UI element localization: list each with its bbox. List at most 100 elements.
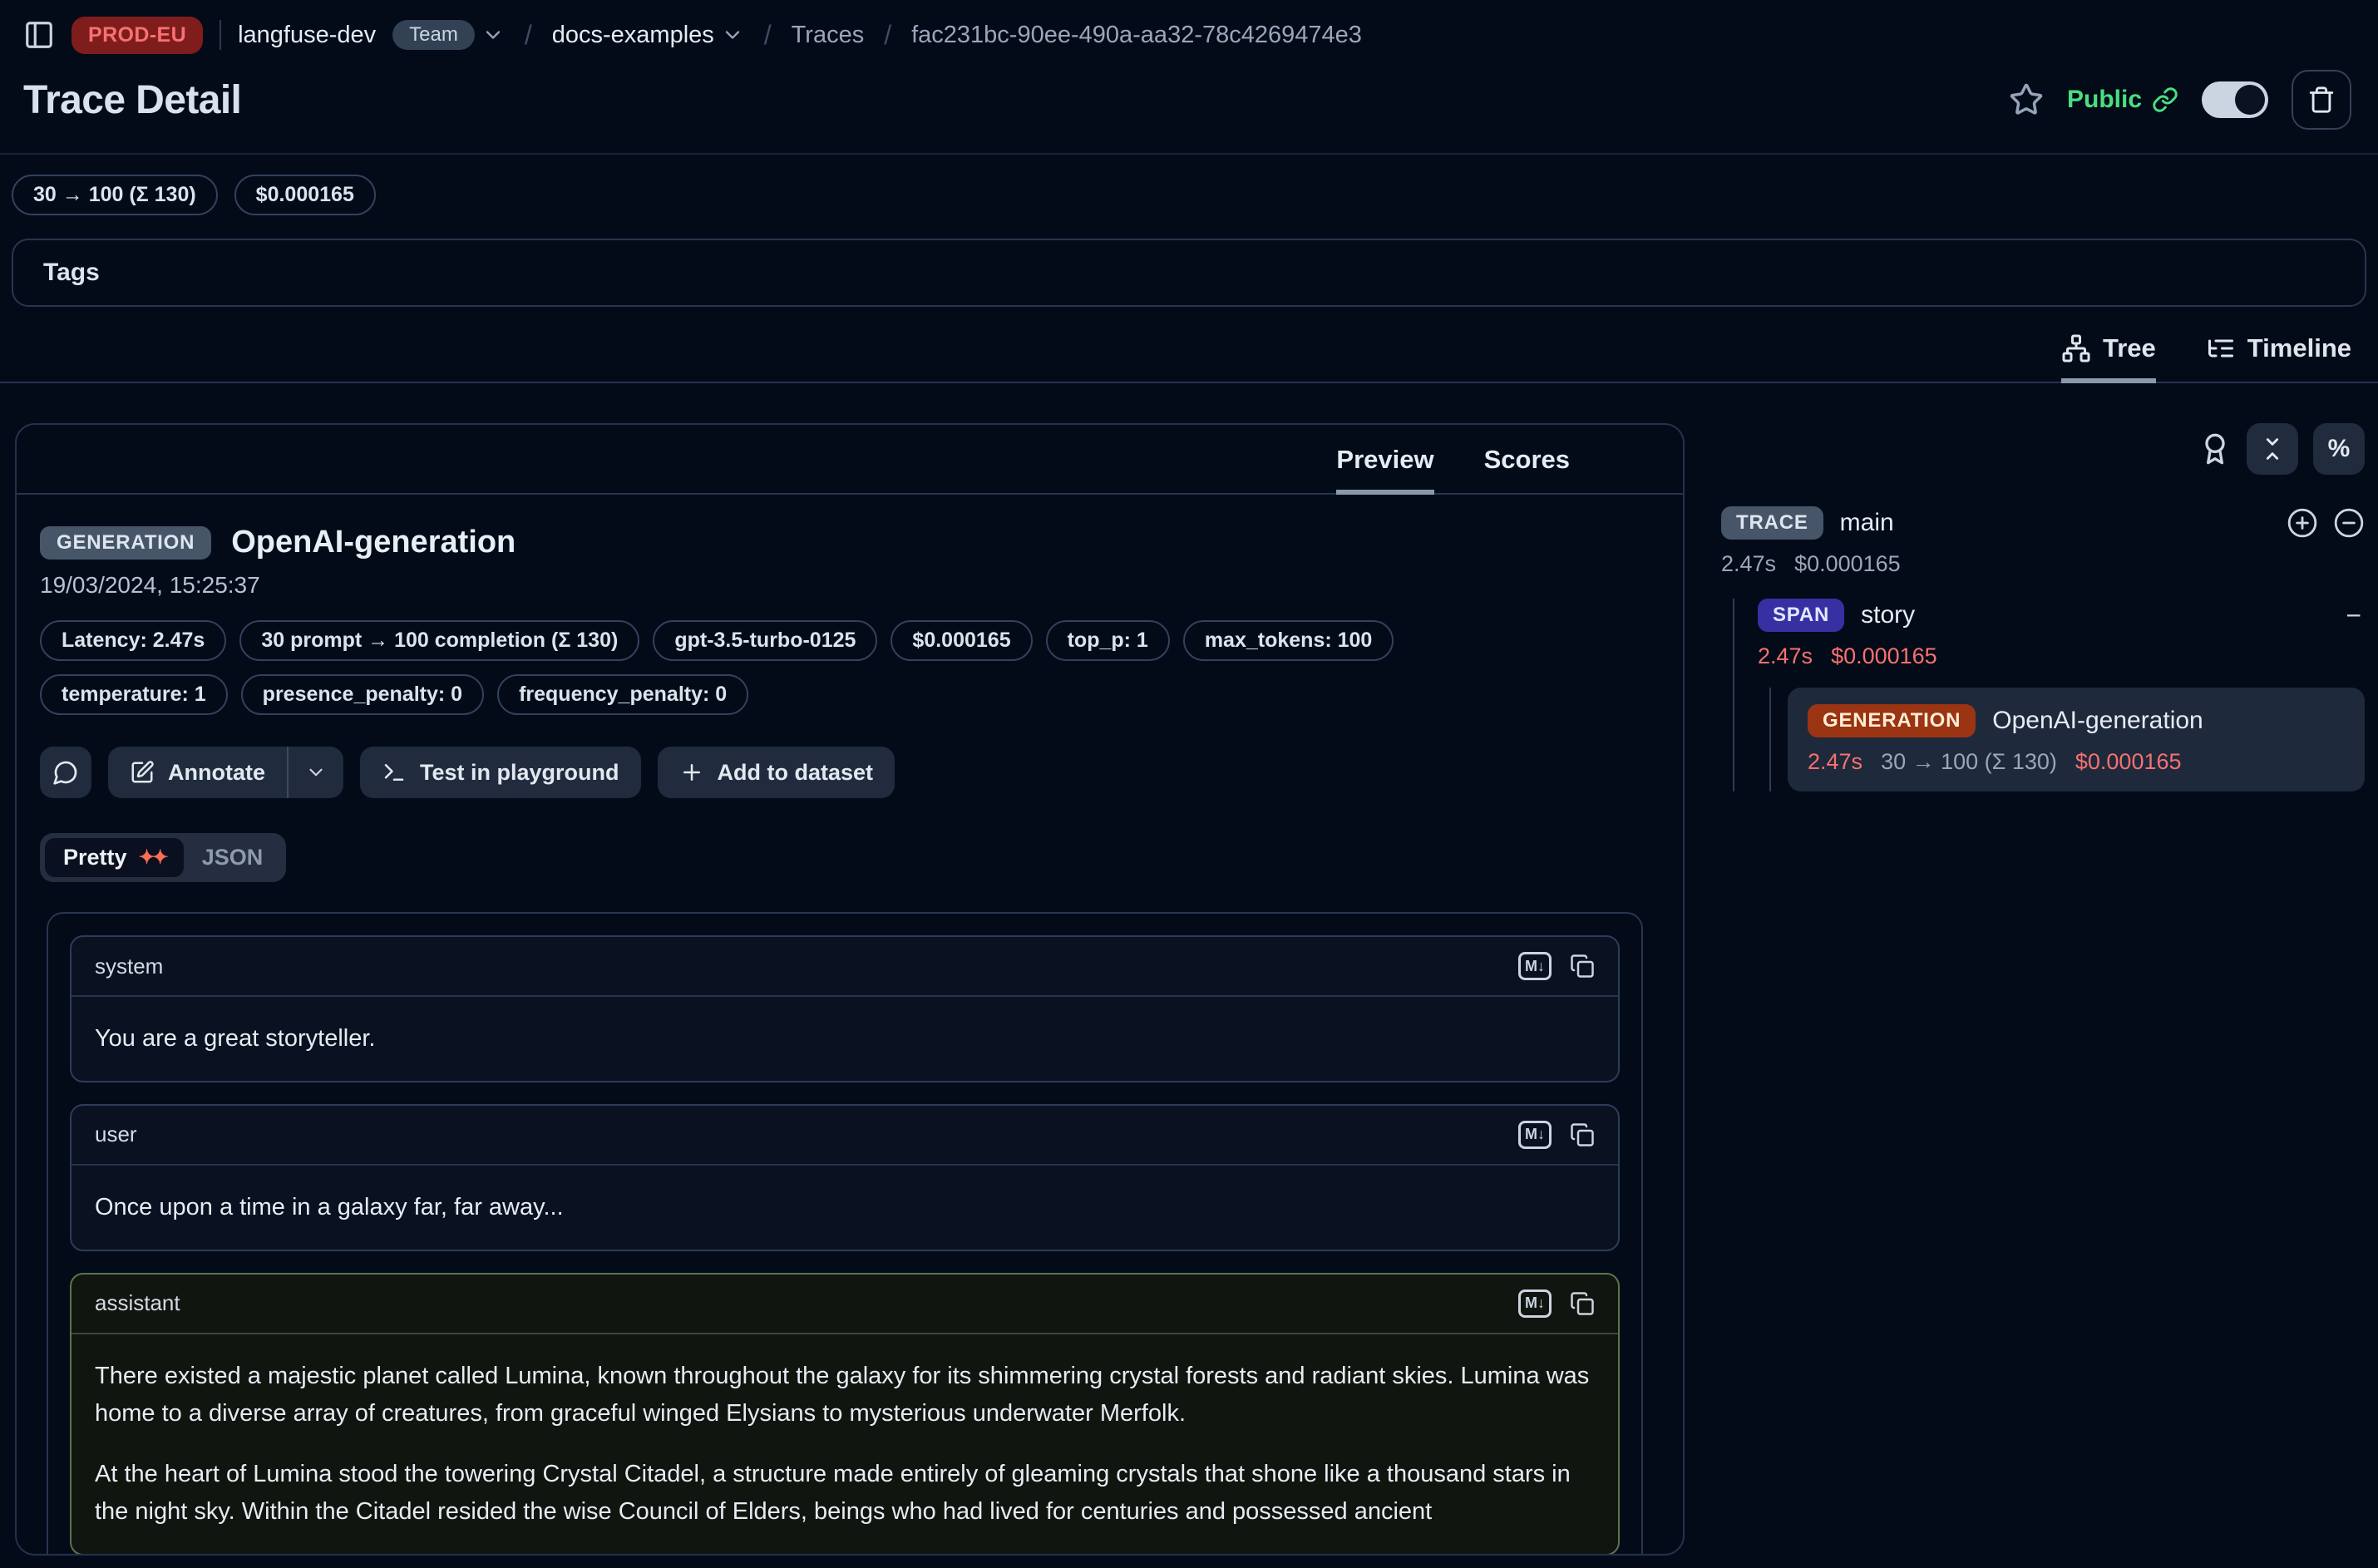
- generation-name: OpenAI-generation: [1992, 707, 2203, 735]
- observation-timestamp: 19/03/2024, 15:25:37: [40, 572, 1643, 599]
- chevron-down-icon: [481, 23, 505, 47]
- message-paragraph: There existed a majestic planet called L…: [95, 1358, 1595, 1432]
- temperature-badge: temperature: 1: [40, 674, 228, 715]
- tab-scores[interactable]: Scores: [1484, 445, 1570, 495]
- tab-tree[interactable]: Tree: [2061, 333, 2156, 383]
- environment-badge: PROD-EU: [72, 17, 203, 54]
- message-role: user: [95, 1122, 137, 1147]
- edit-icon: [130, 760, 155, 785]
- presence-penalty-badge: presence_penalty: 0: [241, 674, 484, 715]
- generation-latency: 2.47s: [1808, 749, 1862, 775]
- pretty-label: Pretty: [63, 845, 127, 870]
- comment-button[interactable]: [40, 747, 91, 798]
- delete-trace-button[interactable]: [2292, 70, 2351, 130]
- breadcrumb-separator: /: [761, 20, 775, 51]
- collapse-tree-button[interactable]: [2333, 507, 2365, 539]
- generation-cost: $0.000165: [2075, 749, 2182, 775]
- expand-all-button[interactable]: [2287, 507, 2318, 539]
- award-icon: [2198, 432, 2232, 466]
- project-selector[interactable]: docs-examples: [552, 22, 744, 49]
- public-toggle[interactable]: [2202, 81, 2268, 118]
- copy-icon: [1570, 1122, 1595, 1147]
- tree-icon: [2061, 333, 2091, 363]
- traces-link[interactable]: Traces: [792, 22, 865, 49]
- token-usage-badge: 30 prompt → 100 completion (Σ 130): [239, 620, 639, 661]
- observation-type-badge: GENERATION: [40, 526, 211, 560]
- span-name: story: [1861, 601, 1915, 629]
- annotation-queue-button[interactable]: [2198, 432, 2232, 466]
- collapse-span-button[interactable]: −: [2342, 600, 2365, 631]
- timeline-icon: [2206, 333, 2236, 363]
- messages-container: system M↓ You are a great storyteller.: [47, 912, 1643, 1556]
- tab-timeline[interactable]: Timeline: [2206, 333, 2351, 383]
- trash-icon: [2307, 86, 2336, 114]
- tab-preview[interactable]: Preview: [1336, 445, 1433, 495]
- page-title: Trace Detail: [23, 77, 241, 123]
- test-in-playground-button[interactable]: Test in playground: [360, 747, 641, 798]
- team-badge: Team: [392, 20, 475, 50]
- trace-tree: TRACE main 2.47s: [1721, 506, 2365, 791]
- generation-metrics: 2.47s 30 → 100 (Σ 130) $0.000165: [1808, 749, 2345, 775]
- observation-badges: Latency: 2.47s 30 prompt → 100 completio…: [40, 620, 1586, 715]
- collapse-all-button[interactable]: [2247, 423, 2298, 475]
- cost-badge: $0.000165: [234, 175, 376, 215]
- sidebar-toggle-button[interactable]: [23, 19, 55, 51]
- message-role: system: [95, 954, 163, 979]
- trace-latency: 2.47s: [1721, 551, 1776, 577]
- test-in-playground-label: Test in playground: [420, 760, 619, 786]
- markdown-toggle-button[interactable]: M↓: [1518, 1289, 1552, 1318]
- annotate-dropdown-button[interactable]: [289, 747, 343, 798]
- message-content: Once upon a time in a galaxy far, far aw…: [72, 1166, 1618, 1250]
- tab-timeline-label: Timeline: [2247, 333, 2351, 363]
- generation-type-badge: GENERATION: [1808, 704, 1976, 737]
- annotate-button[interactable]: Annotate: [108, 747, 289, 798]
- tags-box[interactable]: Tags: [12, 239, 2366, 307]
- terminal-icon: [382, 760, 407, 785]
- message-paragraph: At the heart of Lumina stood the towerin…: [95, 1456, 1595, 1531]
- pretty-option[interactable]: Pretty ✦✦: [45, 838, 184, 877]
- span-cost: $0.000165: [1831, 643, 1937, 669]
- chevron-down-icon: [305, 762, 327, 783]
- span-metrics: 2.47s $0.000165: [1758, 643, 2365, 669]
- message-circle-icon: [52, 759, 79, 786]
- actions-row: Annotate Test in playground: [40, 747, 1643, 798]
- circle-minus-icon: [2333, 507, 2365, 539]
- breadcrumb-divider: [220, 20, 221, 50]
- observation-title: OpenAI-generation: [231, 525, 516, 560]
- markdown-toggle-button[interactable]: M↓: [1518, 952, 1552, 980]
- show-percentages-button[interactable]: %: [2313, 423, 2365, 475]
- assistant-message-block: assistant M↓ There existed a majestic pl…: [70, 1273, 1620, 1556]
- add-to-dataset-label: Add to dataset: [718, 760, 874, 786]
- trace-badges-row: 30 → 100 (Σ 130) $0.000165: [0, 155, 2378, 215]
- star-icon: [2009, 82, 2044, 117]
- view-tabs: Tree Timeline: [0, 307, 2378, 383]
- copy-button[interactable]: [1570, 954, 1595, 979]
- trace-id: fac231bc-90ee-490a-aa32-78c4269474e3: [911, 22, 1362, 49]
- top-p-badge: top_p: 1: [1046, 620, 1170, 661]
- json-option[interactable]: JSON: [184, 838, 282, 877]
- model-badge[interactable]: gpt-3.5-turbo-0125: [653, 620, 877, 661]
- copy-button[interactable]: [1570, 1122, 1595, 1147]
- add-to-dataset-button[interactable]: Add to dataset: [658, 747, 895, 798]
- copy-button[interactable]: [1570, 1291, 1595, 1316]
- org-name: langfuse-dev: [238, 22, 376, 49]
- breadcrumb: PROD-EU langfuse-dev Team / docs-example…: [0, 0, 2378, 57]
- span-node[interactable]: SPAN story −: [1758, 599, 2365, 632]
- trace-name: main: [1840, 509, 1894, 537]
- fold-vertical-icon: [2258, 435, 2287, 463]
- breadcrumb-separator: /: [881, 20, 895, 51]
- sparkles-icon: ✦✦: [139, 846, 165, 870]
- generation-node[interactable]: GENERATION OpenAI-generation 2.47s 30 → …: [1788, 688, 2365, 791]
- trace-metrics: 2.47s $0.000165: [1721, 551, 2365, 577]
- org-selector[interactable]: langfuse-dev Team: [238, 20, 505, 50]
- system-message-block: system M↓ You are a great storyteller.: [70, 935, 1620, 1082]
- favorite-button[interactable]: [2009, 82, 2044, 117]
- public-link[interactable]: Public: [2067, 86, 2178, 114]
- panel-left-icon: [23, 19, 55, 51]
- trace-type-badge: TRACE: [1721, 506, 1823, 540]
- frequency-penalty-badge: frequency_penalty: 0: [497, 674, 748, 715]
- user-message-block: user M↓ Once upon a time in a galaxy far…: [70, 1104, 1620, 1251]
- format-toggle: Pretty ✦✦ JSON: [40, 833, 286, 882]
- markdown-toggle-button[interactable]: M↓: [1518, 1121, 1552, 1149]
- trace-node[interactable]: TRACE main: [1721, 506, 2365, 540]
